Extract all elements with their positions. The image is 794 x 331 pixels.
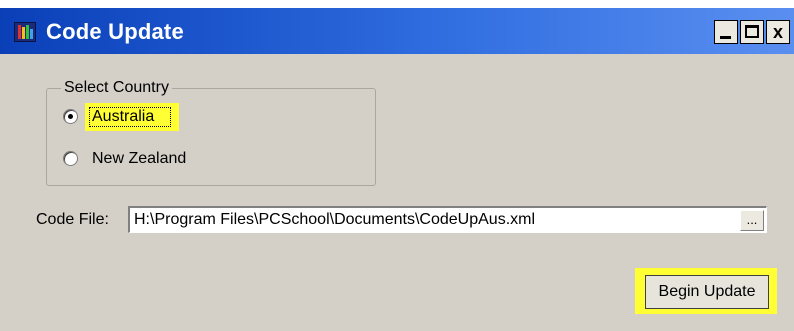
maximize-button[interactable] [740,20,764,44]
title-bar[interactable]: Code Update x [0,8,794,54]
select-country-group: Select Country Australia New Zealand [46,79,376,186]
minimize-icon [720,36,731,39]
close-icon: x [772,22,783,42]
window-title: Code Update [46,19,184,44]
code-update-window: Code Update x Select Country Australia N… [0,8,794,331]
minimize-button[interactable] [714,20,738,44]
radio-australia[interactable] [63,109,78,124]
radio-label-new-zealand[interactable]: New Zealand [92,150,186,168]
close-button[interactable]: x [766,20,790,44]
app-color-bars-icon [14,22,36,42]
radio-label-australia[interactable]: Australia [92,108,154,126]
radio-selected-dot-icon [68,114,73,119]
browse-button[interactable]: ... [740,210,764,231]
code-file-input[interactable]: H:\Program Files\PCSchool\Documents\Code… [128,206,767,233]
group-label: Select Country [61,79,172,97]
maximize-icon [745,25,759,38]
begin-update-button[interactable]: Begin Update [645,275,769,309]
code-file-label: Code File: [36,211,109,228]
radio-new-zealand[interactable] [63,151,78,166]
